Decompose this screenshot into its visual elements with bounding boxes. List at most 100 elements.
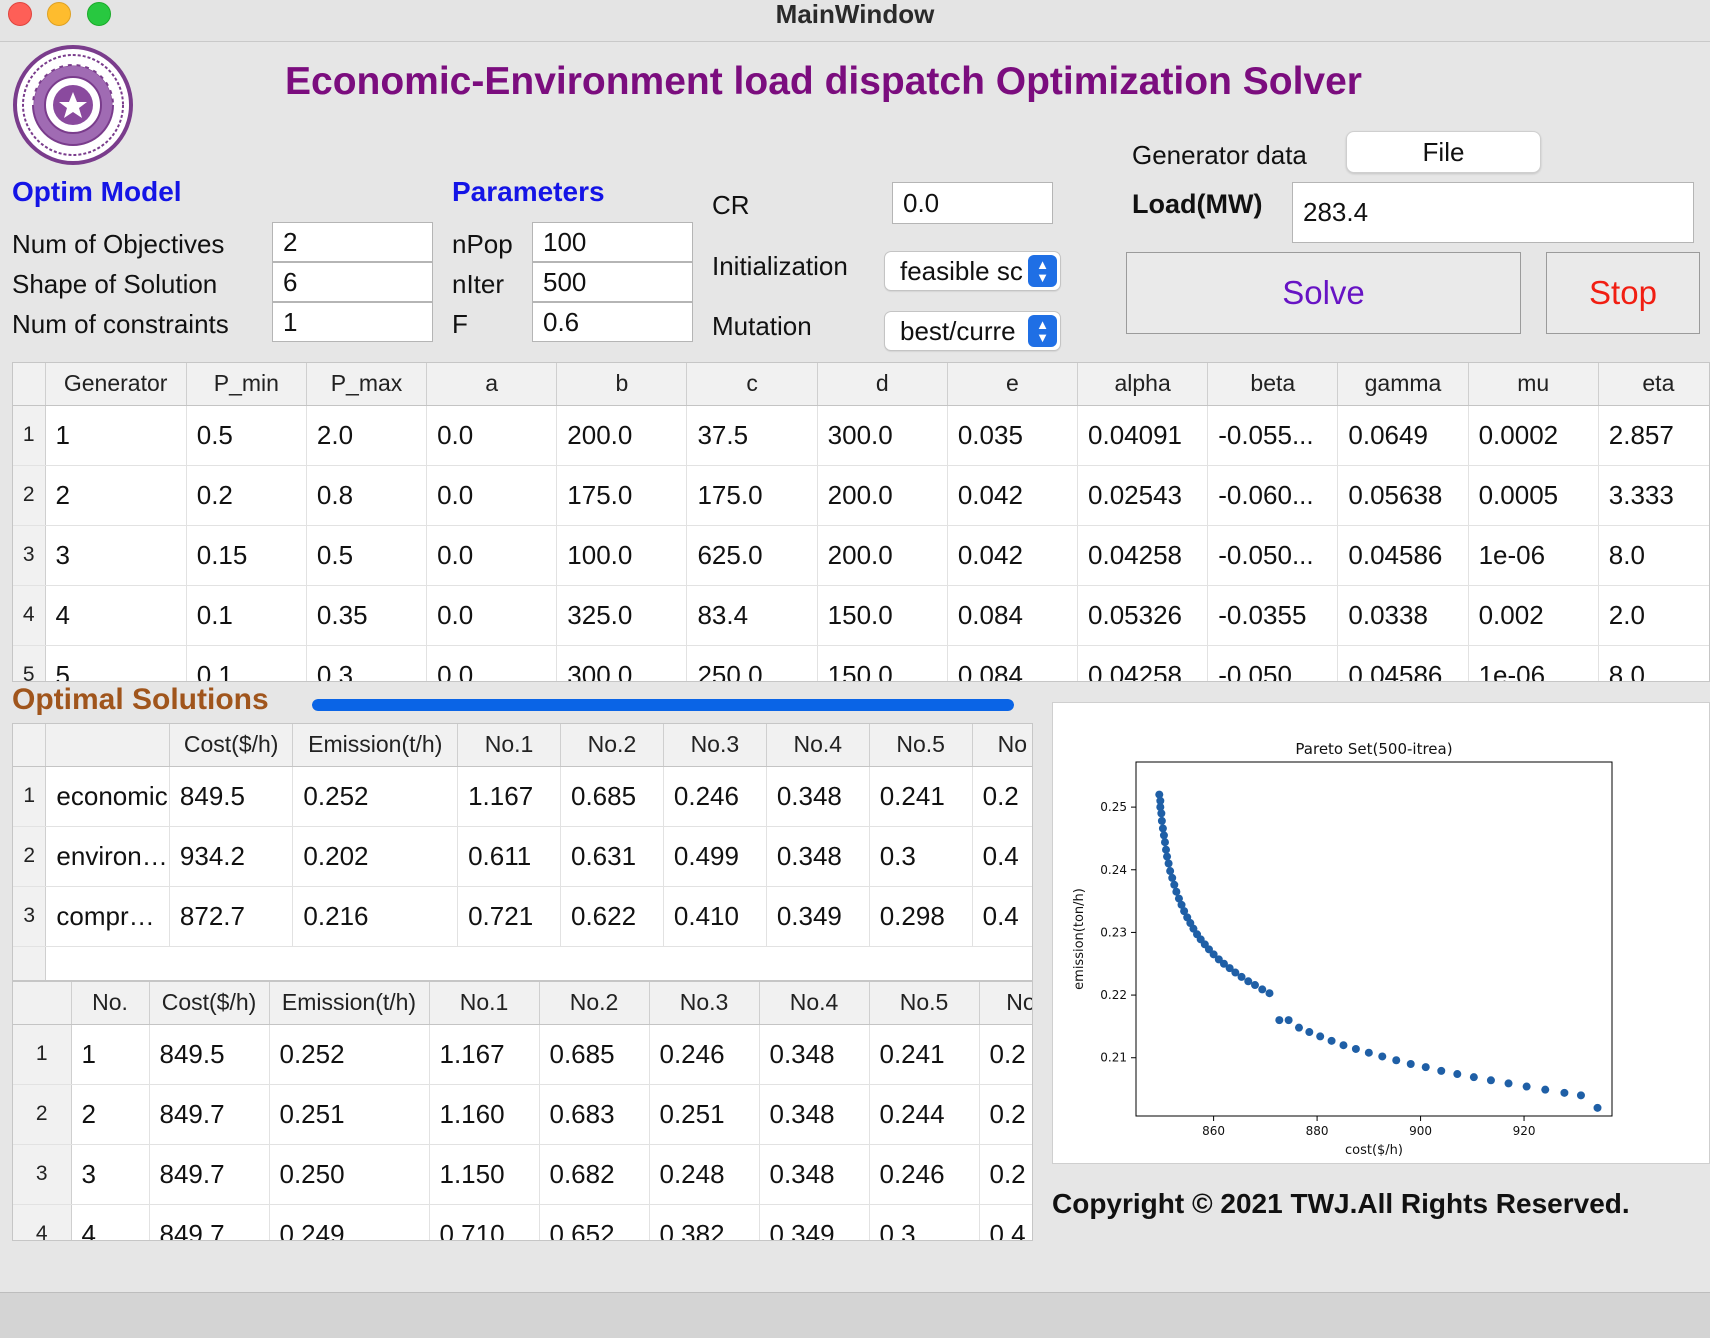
table-cell[interactable]: 300.0 — [817, 405, 948, 466]
table-cell[interactable]: 0.0 — [426, 525, 558, 586]
row-header[interactable]: 3 — [13, 1144, 72, 1205]
table-cell[interactable]: 0.04091 — [1077, 405, 1209, 466]
table-cell[interactable]: 200.0 — [817, 525, 948, 586]
table-cell[interactable]: 0.35 — [306, 585, 428, 646]
table-cell[interactable]: 0.348 — [766, 766, 870, 827]
table-cell[interactable]: 0.348 — [759, 1084, 870, 1145]
table-cell[interactable]: 0.0002 — [1468, 405, 1599, 466]
table-cell[interactable]: 872.7 — [169, 886, 294, 947]
table-cell[interactable]: 849.7 — [149, 1084, 270, 1145]
table-cell[interactable]: 0.042 — [947, 465, 1079, 526]
table-row[interactable]: 1 1 0.5 2.0 0.0 200.0 37.5 300.0 0.035 0.04091 -0.… — [13, 405, 1709, 466]
table-cell[interactable]: 0.202 — [292, 826, 459, 887]
column-header[interactable]: No — [979, 982, 1032, 1025]
table-cell[interactable]: 0.410 — [663, 886, 767, 947]
table-cell[interactable]: 849.7 — [149, 1204, 270, 1240]
table-cell[interactable]: 0.349 — [759, 1204, 870, 1240]
column-header[interactable]: Cost($/h) — [169, 724, 294, 767]
table-cell[interactable]: 0.2 — [979, 1144, 1032, 1205]
table-row[interactable]: 3 3 0.15 0.5 0.0 100.0 625.0 200.0 0.042 0.04258-… — [13, 525, 1709, 586]
table-cell[interactable]: 2.0 — [1598, 585, 1709, 646]
table-cell[interactable]: 0.631 — [560, 826, 664, 887]
table-cell[interactable]: 0.5 — [186, 405, 307, 466]
table-cell[interactable]: 0.2 — [979, 1024, 1032, 1085]
summary-table[interactable]: Cost($/h) Emission(t/h) No.1 No.2 No.3 No.4 No… — [12, 723, 1033, 981]
pareto-table[interactable]: No. Cost($/h) Emission(t/h) No.1 No.2 No.3 No.… — [12, 981, 1033, 1241]
column-header[interactable]: No.1 — [457, 724, 561, 767]
column-header[interactable]: mu — [1468, 363, 1599, 406]
row-header[interactable]: 2 — [13, 1084, 72, 1145]
table-cell[interactable]: 0.02543 — [1077, 465, 1209, 526]
column-header[interactable]: a — [426, 363, 558, 406]
column-header[interactable]: Emission(t/h) — [292, 724, 459, 767]
row-header[interactable]: 4 — [13, 1204, 72, 1240]
table-row[interactable]: 3 3 849.7 0.250 1.150 0.682 0.248 0.348 0.246 0.2 — [13, 1144, 1032, 1205]
table-cell[interactable]: 150.0 — [817, 585, 948, 646]
table-cell[interactable]: 8.0 — [1598, 525, 1709, 586]
table-cell[interactable]: 0.682 — [539, 1144, 650, 1205]
table-cell[interactable]: 200.0 — [556, 405, 688, 466]
table-cell[interactable]: 3.333 — [1598, 465, 1709, 526]
table-cell[interactable]: 0.685 — [560, 766, 664, 827]
table-cell[interactable]: 0.246 — [663, 766, 767, 827]
row-header[interactable]: 3 — [13, 525, 46, 586]
column-header[interactable]: No.4 — [766, 724, 870, 767]
table-cell[interactable]: 0.5 — [306, 525, 428, 586]
column-header[interactable]: No.4 — [759, 982, 870, 1025]
table-row[interactable]: 2environm...934.20.2020.6110.6310.4990.3… — [13, 826, 1032, 887]
column-header[interactable]: No. — [71, 982, 150, 1025]
table-cell[interactable]: 0.042 — [947, 525, 1079, 586]
table-cell[interactable]: 150.0 — [817, 645, 948, 681]
table-row[interactable]: 4 4 0.1 0.35 0.0 325.0 83.4 150.0 0.084 0.05326 -0… — [13, 585, 1709, 646]
table-cell[interactable]: 0.084 — [947, 585, 1079, 646]
table-cell[interactable]: 0.0 — [426, 585, 558, 646]
table-cell[interactable]: 849.5 — [149, 1024, 270, 1085]
row-header[interactable]: 3 — [13, 886, 47, 947]
column-header[interactable]: beta — [1207, 363, 1339, 406]
table-cell[interactable]: 0.298 — [869, 886, 973, 947]
table-cell[interactable]: 849.5 — [169, 766, 294, 827]
table-cell[interactable]: 325.0 — [556, 585, 688, 646]
table-cell[interactable]: 0.0338 — [1337, 585, 1469, 646]
table-cell[interactable]: 0.499 — [663, 826, 767, 887]
mutation-select[interactable]: best/curre ▲ ▼ — [884, 311, 1061, 351]
table-cell[interactable]: 0.251 — [649, 1084, 760, 1145]
column-header[interactable]: gamma — [1337, 363, 1469, 406]
table-cell[interactable]: 4 — [45, 585, 187, 646]
table-cell[interactable]: 0.0005 — [1468, 465, 1599, 526]
table-cell[interactable]: 1 — [45, 405, 187, 466]
table-cell[interactable]: 0.248 — [649, 1144, 760, 1205]
table-cell[interactable]: 0.382 — [649, 1204, 760, 1240]
table-cell[interactable]: 0.04258 — [1077, 525, 1209, 586]
table-cell[interactable]: 0.611 — [457, 826, 561, 887]
table-cell[interactable]: -0.055... — [1207, 405, 1339, 466]
table-cell[interactable]: 0.05638 — [1337, 465, 1469, 526]
table-cell[interactable]: 8.0 — [1598, 645, 1709, 681]
row-header[interactable]: 2 — [13, 465, 46, 526]
table-cell[interactable]: 0.2 — [972, 766, 1032, 827]
table-cell[interactable]: economic — [45, 766, 170, 827]
column-header[interactable]: No.2 — [539, 982, 650, 1025]
niter-input[interactable]: 500 — [532, 262, 693, 302]
table-cell[interactable]: 0.2 — [979, 1084, 1032, 1145]
table-cell[interactable]: 0.1 — [186, 645, 307, 681]
table-cell[interactable]: 0.4 — [972, 886, 1032, 947]
table-cell[interactable]: 1e-06 — [1468, 645, 1599, 681]
column-header[interactable]: eta — [1598, 363, 1709, 406]
table-cell[interactable]: 1e-06 — [1468, 525, 1599, 586]
table-row[interactable]: 5 5 0.1 0.3 0.0 300.0 250.0 150.0 0.084 0.04258 -0… — [13, 645, 1709, 681]
column-header[interactable]: No.3 — [663, 724, 767, 767]
table-cell[interactable]: 83.4 — [686, 585, 818, 646]
generator-table[interactable]: Generator P_min P_max a b c d e alpha beta gamma mu… — [12, 362, 1710, 682]
load-input[interactable]: 283.4 — [1292, 182, 1694, 243]
column-header[interactable]: alpha — [1077, 363, 1209, 406]
table-cell[interactable]: 175.0 — [686, 465, 818, 526]
cr-input[interactable]: 0.0 — [892, 182, 1053, 224]
table-cell[interactable]: 0.4 — [972, 826, 1032, 887]
table-row[interactable]: 2 2 849.7 0.251 1.160 0.683 0.251 0.348 0.244 0.2 — [13, 1084, 1032, 1145]
table-cell[interactable]: 0.4 — [979, 1204, 1032, 1240]
table-cell[interactable]: 1.150 — [429, 1144, 540, 1205]
table-cell[interactable]: 5 — [45, 645, 187, 681]
row-header[interactable]: 5 — [13, 645, 46, 681]
table-cell[interactable]: comprom... — [45, 886, 170, 947]
